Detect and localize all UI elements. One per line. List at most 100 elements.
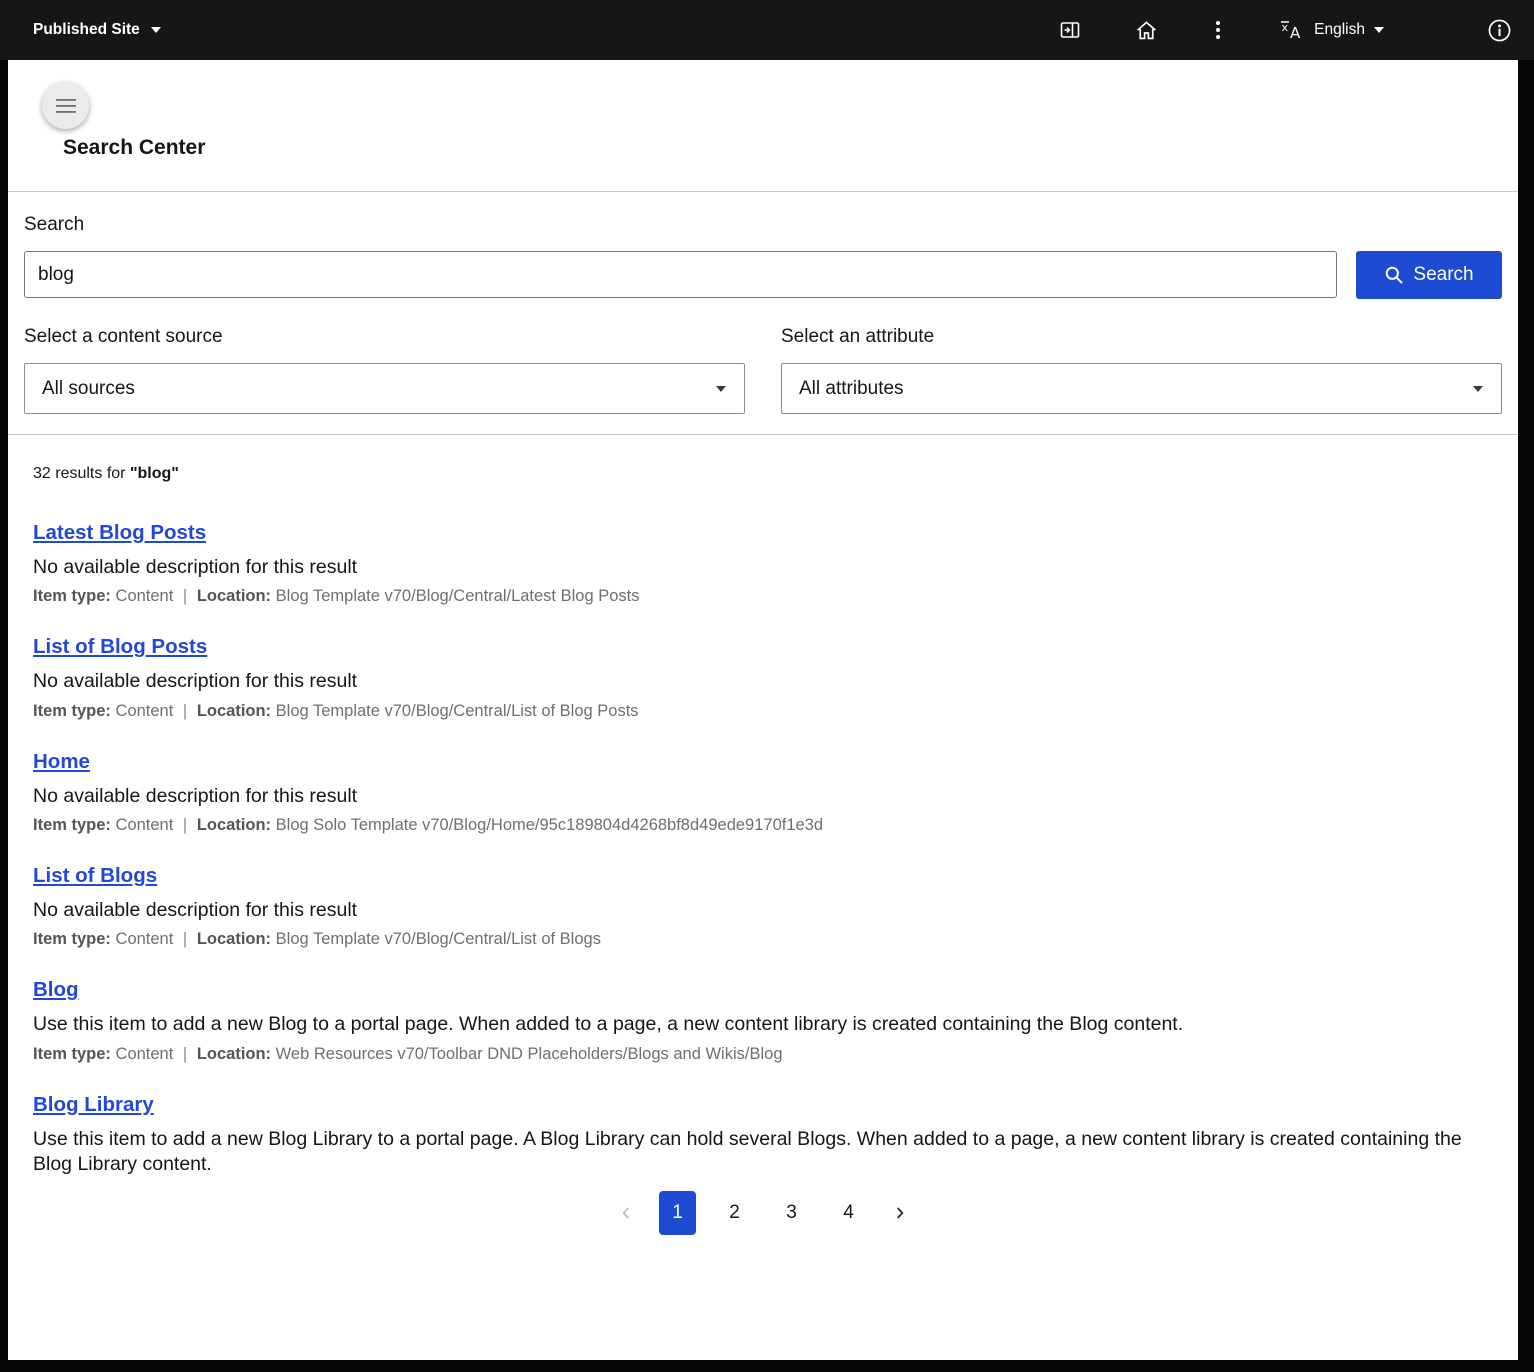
attribute-label: Select an attribute [781,326,1502,348]
search-input[interactable] [24,251,1337,298]
page-title: Search Center [63,136,205,160]
location-label: Location: [197,816,271,834]
overflow-menu-button[interactable] [1203,15,1233,45]
page-button-2[interactable]: 2 [716,1191,753,1235]
item-type-label: Item type: [33,702,111,720]
search-result: Blog Use this item to add a new Blog to … [33,978,1493,1063]
location-label: Location: [197,930,271,948]
filters-row: Select a content source All sources Sele… [24,326,1502,414]
search-label: Search [24,214,1502,236]
item-type-value: Content [116,587,174,605]
topbar-actions: x A English [1055,15,1514,45]
location-value: Blog Template v70/Blog/Central/List of B… [276,930,601,948]
previous-page-button[interactable] [613,1198,639,1228]
home-icon [1134,18,1159,43]
result-link[interactable]: Latest Blog Posts [33,521,206,545]
info-button[interactable] [1484,15,1514,45]
results-summary-text: 32 results for [33,465,125,482]
location-label: Location: [197,1045,271,1063]
chevron-left-icon [615,1202,637,1224]
result-meta: Item type: Content | Location: Blog Temp… [33,702,1493,721]
svg-text:A: A [1290,24,1301,42]
result-description: No available description for this result [33,555,1493,580]
item-type-label: Item type: [33,1045,111,1063]
item-type-value: Content [116,1045,174,1063]
location-label: Location: [197,702,271,720]
chevron-down-icon [1374,27,1384,33]
search-icon [1384,265,1404,285]
hamburger-icon [56,98,76,114]
result-meta: Item type: Content | Location: Blog Solo… [33,816,1493,835]
meta-separator: | [183,702,187,720]
result-meta: Item type: Content | Location: Web Resou… [33,1045,1493,1064]
item-type-value: Content [116,930,174,948]
app-window: Published Site [0,0,1534,1360]
topbar: Published Site [0,0,1534,60]
chevron-down-icon [716,386,726,392]
search-result: Home No available description for this r… [33,750,1493,835]
result-description: Use this item to add a new Blog to a por… [33,1012,1493,1037]
language-selector[interactable]: x A English [1279,18,1384,42]
search-result: Blog Library Use this item to add a new … [33,1093,1493,1178]
svg-text:x: x [1282,21,1289,34]
overflow-menu-icon [1206,18,1230,42]
translate-icon: x A [1279,18,1305,42]
content-source-label: Select a content source [24,326,745,348]
attribute-filter: Select an attribute All attributes [781,326,1502,414]
meta-separator: | [183,1045,187,1063]
attribute-value: All attributes [799,378,904,400]
item-type-label: Item type: [33,587,111,605]
item-type-label: Item type: [33,930,111,948]
item-type-label: Item type: [33,816,111,834]
content-source-value: All sources [42,378,135,400]
result-link[interactable]: Blog Library [33,1093,154,1117]
result-link[interactable]: Home [33,750,90,774]
attribute-select[interactable]: All attributes [781,363,1502,414]
item-type-value: Content [116,702,174,720]
result-link[interactable]: List of Blogs [33,864,157,888]
page-header: Search Center [8,60,1518,191]
location-value: Web Resources v70/Toolbar DND Placeholde… [276,1045,783,1063]
results-summary-term: "blog" [130,465,179,482]
results-section: 32 results for "blog" Latest Blog Posts … [8,465,1518,1235]
site-mode-label: Published Site [33,21,140,39]
preview-pane-button[interactable] [1055,15,1085,45]
result-description: No available description for this result [33,898,1493,923]
search-section: Search Search Select a content source Al… [8,192,1518,434]
preview-pane-icon [1058,18,1082,42]
results-divider [8,434,1518,435]
location-value: Blog Template v70/Blog/Central/List of B… [276,702,639,720]
search-button-label: Search [1413,264,1473,286]
location-label: Location: [197,587,271,605]
item-type-value: Content [116,816,174,834]
location-value: Blog Solo Template v70/Blog/Home/95c1898… [276,816,823,834]
info-icon [1486,17,1513,44]
menu-toggle-button[interactable] [42,82,89,129]
content-source-filter: Select a content source All sources [24,326,745,414]
page-button-3[interactable]: 3 [773,1191,810,1235]
location-value: Blog Template v70/Blog/Central/Latest Bl… [276,587,640,605]
meta-separator: | [183,816,187,834]
search-button[interactable]: Search [1356,251,1502,299]
result-link[interactable]: List of Blog Posts [33,635,207,659]
pagination: 1 2 3 4 [33,1191,1493,1235]
content-source-select[interactable]: All sources [24,363,745,414]
page-button-4[interactable]: 4 [830,1191,867,1235]
result-meta: Item type: Content | Location: Blog Temp… [33,587,1493,606]
result-link[interactable]: Blog [33,978,79,1002]
results-summary: 32 results for "blog" [33,465,1493,483]
chevron-down-icon [1473,386,1483,392]
page-button-1[interactable]: 1 [659,1191,696,1235]
site-mode-selector[interactable]: Published Site [33,21,161,39]
home-button[interactable] [1131,15,1161,45]
chevron-down-icon [151,27,161,33]
result-description: No available description for this result [33,669,1493,694]
page-content: Search Center Search Search Select a con… [8,60,1518,1360]
result-meta: Item type: Content | Location: Blog Temp… [33,930,1493,949]
next-page-button[interactable] [887,1198,913,1228]
chevron-right-icon [889,1202,911,1224]
search-row: Search [24,251,1502,299]
meta-separator: | [183,587,187,605]
result-description: Use this item to add a new Blog Library … [33,1127,1493,1178]
result-description: No available description for this result [33,784,1493,809]
